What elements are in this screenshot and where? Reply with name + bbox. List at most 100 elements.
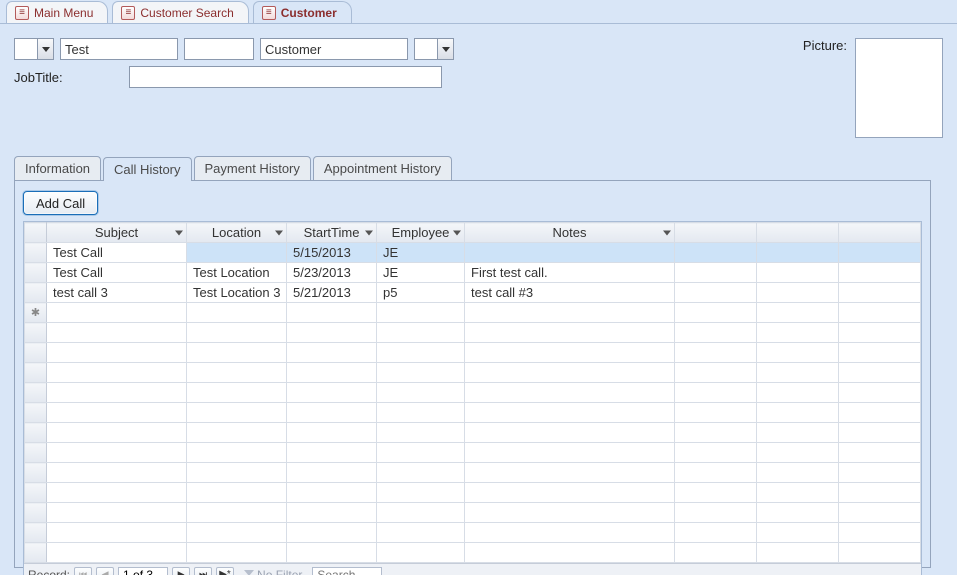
cell-location[interactable]: Test Location 3 <box>187 283 287 303</box>
picture-frame[interactable] <box>855 38 943 138</box>
cell-employee[interactable]: JE <box>377 263 465 283</box>
title-prefix-combo[interactable] <box>14 38 54 60</box>
cell-blank[interactable] <box>839 243 921 263</box>
nav-new-button[interactable]: ▶* <box>216 567 234 575</box>
cell-blank[interactable] <box>757 263 839 283</box>
new-row-indicator[interactable] <box>25 303 47 323</box>
suffix-combo[interactable] <box>414 38 454 60</box>
tab-appointment-history[interactable]: Appointment History <box>313 156 452 180</box>
cell-blank[interactable] <box>839 283 921 303</box>
cell-starttime[interactable]: 5/15/2013 <box>287 243 377 263</box>
record-position-input[interactable] <box>118 567 168 575</box>
chevron-down-icon <box>175 230 183 235</box>
cell-blank[interactable] <box>839 303 921 323</box>
select-all-corner[interactable] <box>25 223 47 243</box>
table-empty-row <box>25 423 921 443</box>
cell-blank[interactable] <box>675 283 757 303</box>
row-selector[interactable] <box>25 263 47 283</box>
table-empty-row <box>25 383 921 403</box>
tab-call-history[interactable]: Call History <box>103 157 191 181</box>
cell-blank[interactable] <box>839 263 921 283</box>
cell-employee[interactable]: JE <box>377 243 465 263</box>
picture-label: Picture: <box>803 38 847 53</box>
row-selector[interactable] <box>25 243 47 263</box>
chevron-down-icon <box>453 230 461 235</box>
tab-page-call-history: Add Call Subject Location Start <box>14 180 931 568</box>
row-selector[interactable] <box>25 283 47 303</box>
first-name-input[interactable] <box>60 38 178 60</box>
record-navigator: Record: ⏮ ◀ ▶ ⏭ ▶* No Filter <box>24 563 921 575</box>
table-empty-row <box>25 483 921 503</box>
cell-blank[interactable] <box>47 303 187 323</box>
column-header-blank[interactable] <box>839 223 921 243</box>
table-empty-row <box>25 403 921 423</box>
table-empty-row <box>25 343 921 363</box>
cell-location[interactable]: Test Location <box>187 263 287 283</box>
cell-subject[interactable]: Test Call <box>47 243 187 263</box>
table-row[interactable]: Test Call 5/15/2013JE <box>25 243 921 263</box>
cell-notes[interactable] <box>465 243 675 263</box>
no-filter-indicator[interactable]: No Filter <box>244 568 302 575</box>
cell-subject[interactable]: test call 3 <box>47 283 187 303</box>
cell-blank[interactable] <box>675 263 757 283</box>
column-header-location[interactable]: Location <box>187 223 287 243</box>
middle-name-input[interactable] <box>184 38 254 60</box>
picture-section: Picture: <box>803 38 943 138</box>
cell-notes[interactable]: First test call. <box>465 263 675 283</box>
form-icon <box>121 6 135 20</box>
cell-blank[interactable] <box>187 303 287 323</box>
table-empty-row <box>25 463 921 483</box>
chevron-down-icon <box>663 230 671 235</box>
nav-first-button[interactable]: ⏮ <box>74 567 92 575</box>
table-empty-row <box>25 523 921 543</box>
column-header-starttime[interactable]: StartTime <box>287 223 377 243</box>
column-header-subject[interactable]: Subject <box>47 223 187 243</box>
window-tab-main-menu[interactable]: Main Menu <box>6 1 108 23</box>
table-row[interactable]: test call 3Test Location 35/21/2013p5tes… <box>25 283 921 303</box>
cell-blank[interactable] <box>675 303 757 323</box>
job-title-input[interactable] <box>129 66 442 88</box>
window-tab-customer[interactable]: Customer <box>253 1 352 23</box>
cell-blank[interactable] <box>757 303 839 323</box>
cell-starttime[interactable]: 5/23/2013 <box>287 263 377 283</box>
nav-prev-button[interactable]: ◀ <box>96 567 114 575</box>
cell-employee[interactable]: p5 <box>377 283 465 303</box>
cell-blank[interactable] <box>377 303 465 323</box>
last-name-input[interactable] <box>260 38 408 60</box>
column-header-employee[interactable]: Employee <box>377 223 465 243</box>
cell-blank[interactable] <box>675 243 757 263</box>
column-header-blank[interactable] <box>675 223 757 243</box>
column-header-blank[interactable] <box>757 223 839 243</box>
cell-blank[interactable] <box>757 243 839 263</box>
cell-subject[interactable]: Test Call <box>47 263 187 283</box>
cell-blank[interactable] <box>287 303 377 323</box>
table-empty-row <box>25 503 921 523</box>
call-history-grid: Subject Location StartTime Employee Note… <box>23 221 922 575</box>
table-empty-row <box>25 323 921 343</box>
nav-last-button[interactable]: ⏭ <box>194 567 212 575</box>
job-title-label: JobTitle: <box>14 70 63 85</box>
column-header-notes[interactable]: Notes <box>465 223 675 243</box>
cell-blank[interactable] <box>757 283 839 303</box>
nav-next-button[interactable]: ▶ <box>172 567 190 575</box>
tab-information[interactable]: Information <box>14 156 101 180</box>
window-tab-label: Main Menu <box>34 6 93 20</box>
cell-notes[interactable]: test call #3 <box>465 283 675 303</box>
record-search-input[interactable] <box>312 567 382 575</box>
window-tab-label: Customer Search <box>140 6 233 20</box>
window-tab-strip: Main Menu Customer Search Customer <box>0 0 957 24</box>
detail-tab-control: Information Call History Payment History… <box>14 156 943 568</box>
window-tab-label: Customer <box>281 6 337 20</box>
cell-location[interactable] <box>187 243 287 263</box>
table-row[interactable]: Test CallTest Location5/23/2013JEFirst t… <box>25 263 921 283</box>
funnel-icon <box>244 570 254 575</box>
cell-blank[interactable] <box>465 303 675 323</box>
window-tab-customer-search[interactable]: Customer Search <box>112 1 248 23</box>
call-history-table: Subject Location StartTime Employee Note… <box>24 222 921 563</box>
chevron-down-icon <box>275 230 283 235</box>
table-empty-row <box>25 363 921 383</box>
table-new-row[interactable] <box>25 303 921 323</box>
cell-starttime[interactable]: 5/21/2013 <box>287 283 377 303</box>
tab-payment-history[interactable]: Payment History <box>194 156 311 180</box>
add-call-button[interactable]: Add Call <box>23 191 98 215</box>
